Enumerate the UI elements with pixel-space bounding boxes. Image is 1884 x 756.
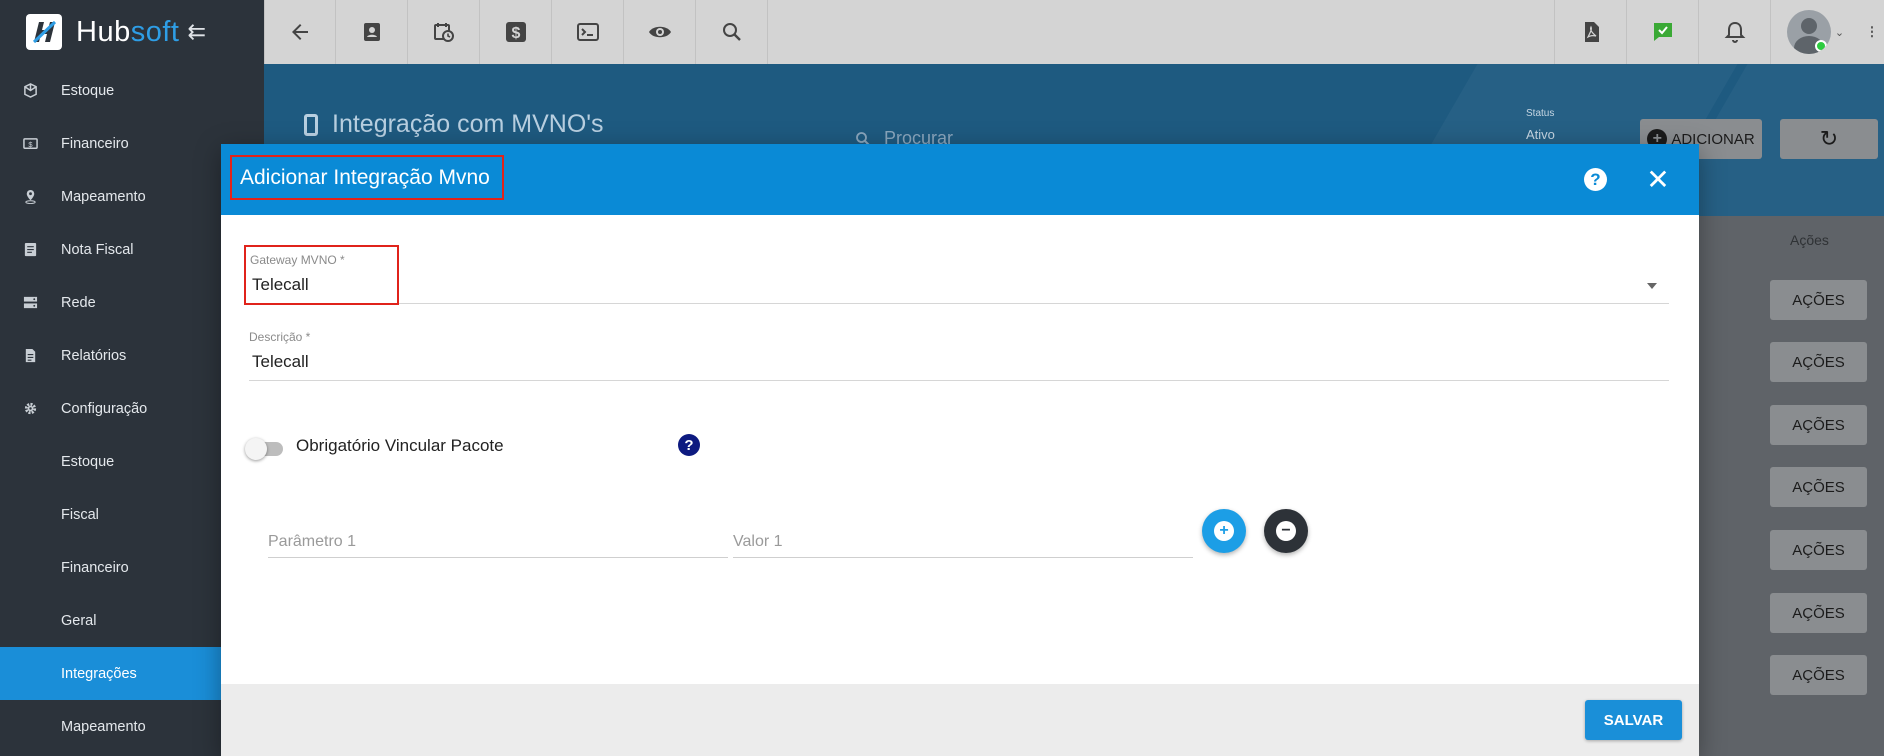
close-icon[interactable]: ✕ [1643,164,1673,195]
actions-column-header: Ações [1790,232,1829,248]
row-actions-button[interactable]: AÇÕES [1770,530,1867,570]
chevron-down-icon: ⌄ [1834,26,1845,39]
parametro-input[interactable]: Parâmetro 1 [268,525,728,558]
invoice-icon [0,242,61,257]
add-integration-modal: Adicionar Integração Mvno ? ✕ Gateway MV… [221,144,1699,756]
hubsoft-logo-icon [26,14,62,50]
phone-icon [304,113,318,136]
help-icon[interactable]: ? [1584,168,1607,191]
remove-parameter-button[interactable]: − [1264,509,1308,553]
collapse-menu-icon[interactable]: ⇇ [187,19,205,45]
map-pin-icon [0,189,61,204]
chat-check-icon[interactable] [1626,0,1698,64]
gateway-highlight [244,245,399,305]
dollar-icon[interactable]: $ [480,0,552,64]
list-menu-icon[interactable]: ⁝ [1860,0,1884,64]
descricao-value: Telecall [252,352,309,371]
svg-text:$: $ [28,140,33,149]
toggle-knob [245,438,267,460]
eye-icon[interactable] [624,0,696,64]
modal-header: Adicionar Integração Mvno ? ✕ [221,144,1699,215]
status-filter[interactable]: Status Ativo [1526,108,1555,142]
add-parameter-button[interactable]: + [1202,509,1246,553]
avatar [1786,10,1831,54]
bell-icon[interactable] [1698,0,1770,64]
vincular-pacote-toggle[interactable] [245,438,283,460]
sidebar-item-estoque[interactable]: Estoque [0,64,264,117]
page-title-text: Integração com MVNO's [332,110,604,138]
sidebar-item-label: Rede [61,294,96,311]
valor-input[interactable]: Valor 1 [733,525,1193,558]
plus-icon: + [1214,521,1234,541]
vincular-pacote-label: Obrigatório Vincular Pacote [296,436,504,455]
row-actions-button[interactable]: AÇÕES [1770,655,1867,695]
refresh-button[interactable]: ↻ [1780,119,1878,159]
svg-text:$: $ [511,25,520,42]
pdf-icon[interactable] [1554,0,1626,64]
modal-title: Adicionar Integração Mvno [230,155,504,200]
top-bar: Hubsoft ⇇ $ ⌄ ⁝ [0,0,1884,64]
sidebar-item-label: Relatórios [61,347,127,364]
sidebar-item-label: Configuração [61,400,148,417]
user-menu[interactable]: ⌄ [1770,0,1860,64]
status-value: Ativo [1526,127,1555,142]
gateway-label: Gateway MVNO * [250,253,345,267]
gear-icon [0,401,61,416]
chevron-down-icon [1647,283,1657,289]
descricao-field[interactable]: Descrição * Telecall [249,330,1669,381]
row-actions-button[interactable]: AÇÕES [1770,280,1867,320]
sidebar-item-label: Mapeamento [61,188,146,205]
sidebar-item-label: Estoque [61,82,115,99]
online-status-dot [1814,40,1827,52]
save-button[interactable]: SALVAR [1585,700,1682,740]
row-actions-button[interactable]: AÇÕES [1770,593,1867,633]
refresh-icon: ↻ [1819,126,1839,151]
back-arrow-icon[interactable] [264,0,336,64]
gateway-value: Telecall [252,275,309,294]
minus-icon: − [1276,521,1296,541]
money-icon: $ [0,136,61,151]
calendar-clock-icon[interactable] [408,0,480,64]
sidebar-item-label: Nota Fiscal [61,241,134,258]
gateway-select[interactable]: Gateway MVNO * Telecall [249,253,1669,304]
descricao-label: Descrição * [249,330,311,344]
search-icon[interactable] [696,0,768,64]
row-actions-button[interactable]: AÇÕES [1770,467,1867,507]
help-icon[interactable]: ? [678,434,700,456]
server-icon [0,295,61,310]
modal-footer: SALVAR [221,684,1699,756]
terminal-icon[interactable] [552,0,624,64]
report-icon [0,348,61,363]
row-actions-button[interactable]: AÇÕES [1770,405,1867,445]
page-title: Integração com MVNO's [304,110,604,139]
box-icon [0,83,61,98]
brand: Hubsoft ⇇ [0,0,264,64]
sidebar-item-label: Financeiro [61,135,129,152]
brand-name: Hubsoft [76,15,180,48]
contact-card-icon[interactable] [336,0,408,64]
row-actions-button[interactable]: AÇÕES [1770,342,1867,382]
status-label: Status [1526,108,1555,119]
